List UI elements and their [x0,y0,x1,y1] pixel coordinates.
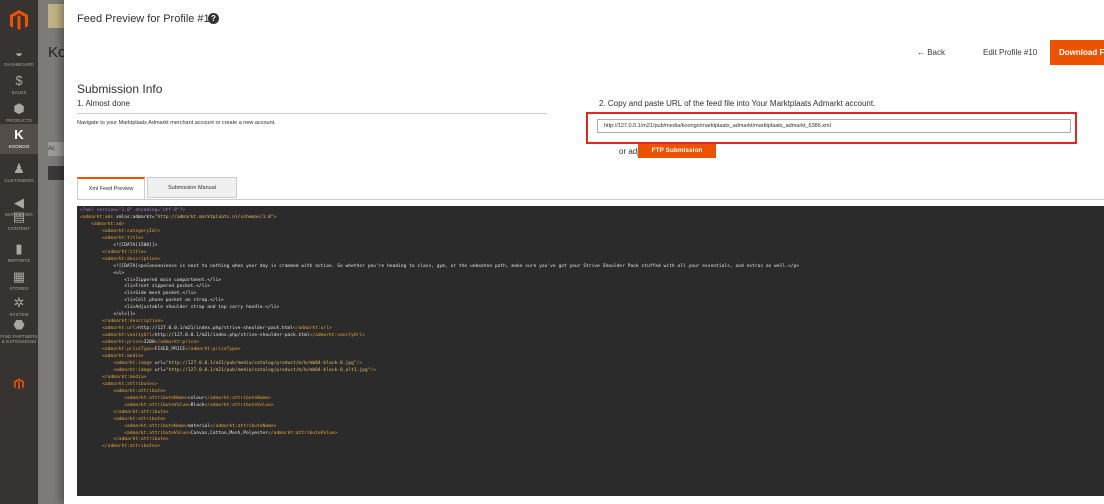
download-file-button[interactable]: Download Fil [1050,40,1104,65]
koongo-icon: K [14,127,24,142]
store-icon: ▦ [12,269,26,284]
nav-item-koongo[interactable]: K KOONGO [0,124,38,154]
tab-divider [77,199,1104,200]
dashboard-icon: ◒ [15,45,23,60]
modal-header: Feed Preview for Profile #10 ? [64,0,1104,40]
nav-label: FIND PARTNERS & EXTENSIONS [0,334,38,344]
admin-sidebar: ◒ DASHBOARD $ SALES ⬢ PRODUCTS K KOONGO … [0,0,38,504]
content-icon: ▤ [12,209,26,224]
notice-stub [48,4,64,28]
step1-text: Navigate to your Marktplaats Admarkt mer… [77,120,276,126]
feed-preview-modal: Feed Preview for Profile #10 ? ← Back Ed… [64,0,1104,504]
help-icon[interactable]: ? [208,13,219,24]
ftp-submission-button[interactable]: FTP Submission [638,144,716,158]
nav-label: CUSTOMERS [4,178,34,183]
feed-url-field[interactable] [597,119,1071,133]
edit-profile-button[interactable]: Edit Profile #10 [983,48,1037,57]
back-button[interactable]: ← Back [917,48,945,57]
person-icon: ♟ [13,161,25,176]
nav-label: SALES [11,90,27,95]
box-icon: ⬢ [13,101,25,116]
nav-label: REPORTS [7,258,31,263]
action-button-fragment: Ac [48,142,64,156]
xml-code-preview: <?xml version="1.0" encoding="utf-8"?> <… [77,206,1104,496]
magento-small-logo-icon [14,378,24,390]
tab-xml-feed-preview[interactable]: Xml Feed Preview [77,177,145,200]
submission-info-title: Submission Info [77,82,163,96]
step1-title: 1. Almost done [77,99,130,108]
magento-logo-icon[interactable] [8,9,30,31]
nav-label: DASHBOARD [4,62,34,67]
grid-header-stub [48,166,64,180]
nav-label: KOONGO [8,144,30,149]
modal-title: Feed Preview for Profile #10 [77,13,216,25]
step2-title: 2. Copy and paste URL of the feed file i… [599,99,876,108]
divider [77,113,547,114]
nav-item-partners[interactable]: ⬣ FIND PARTNERS & EXTENSIONS [0,312,38,356]
bar-chart-icon: ▮ [15,241,23,256]
dollar-icon: $ [15,73,23,88]
nav-label: CONTENT [7,226,31,231]
gear-icon: ✲ [13,295,25,310]
nav-label: PRODUCTS [5,118,33,123]
cube-icon: ⬣ [13,317,25,332]
tab-submission-manual[interactable]: Submission Manual [147,177,237,198]
xml-code-text: <?xml version="1.0" encoding="utf-8"?> <… [80,208,800,450]
